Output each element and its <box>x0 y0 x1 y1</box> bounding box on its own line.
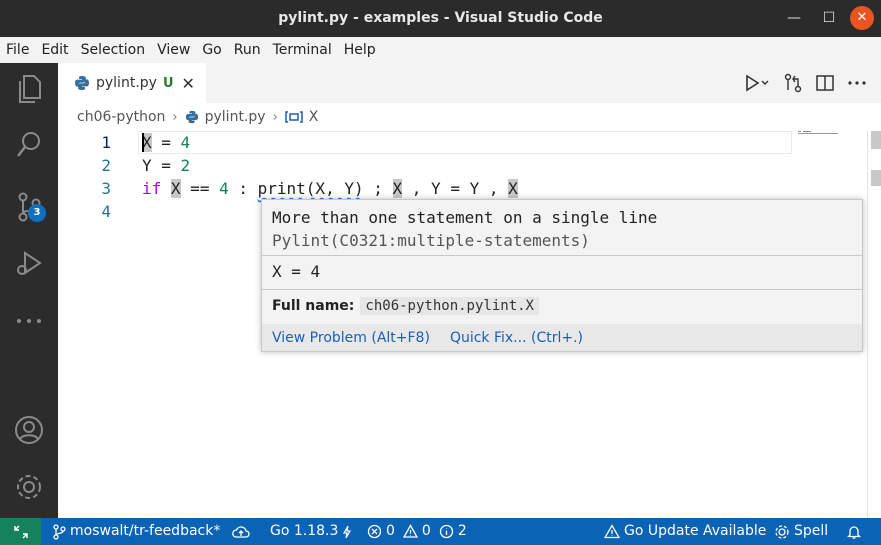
activity-bar: 3 <box>0 63 58 518</box>
hover-actions: View Problem (Alt+F8) Quick Fix... (Ctrl… <box>262 324 862 351</box>
tab-bar: pylint.py U ✕ <box>58 63 881 103</box>
go-update-label: Go Update Available <box>624 523 767 539</box>
maximize-button[interactable]: ☐ <box>817 6 841 30</box>
chevron-right-icon: › <box>272 109 278 125</box>
line-number: 2 <box>101 156 111 175</box>
code-text: X = 4 <box>142 133 191 152</box>
code-line-2: 2 Y = 2 <box>58 154 818 177</box>
branch-icon <box>53 523 66 540</box>
run-python-file-icon[interactable] <box>745 73 771 93</box>
sync-status[interactable] <box>232 518 250 545</box>
line-number: 3 <box>101 179 111 198</box>
full-name-value: ch06-python.pylint.X <box>360 297 539 315</box>
scrollbar-thumb[interactable] <box>871 131 881 149</box>
warning-count: 0 <box>421 523 431 539</box>
search-icon[interactable] <box>0 121 58 169</box>
remote-indicator[interactable] <box>0 518 41 545</box>
cloud-upload-icon <box>232 525 250 538</box>
menu-go[interactable]: Go <box>196 37 227 63</box>
warning-icon <box>402 524 418 538</box>
divider <box>262 255 862 256</box>
tab-filename: pylint.py <box>96 75 157 91</box>
python-file-icon <box>75 76 89 90</box>
error-icon <box>367 524 382 539</box>
menu-run[interactable]: Run <box>228 37 267 63</box>
bell-icon <box>846 525 862 539</box>
menu-terminal[interactable]: Terminal <box>267 37 338 63</box>
spell-status[interactable]: Spell <box>774 518 828 545</box>
gear-check-icon <box>775 524 789 539</box>
code-text: Y = 2 <box>142 156 191 175</box>
menu-edit[interactable]: Edit <box>35 37 74 63</box>
spell-label: Spell <box>794 523 829 539</box>
menu-file[interactable]: File <box>0 37 35 63</box>
status-bar: moswalt/tr-feedback* Go 1.18.3 0 0 2 Go … <box>0 518 881 545</box>
breadcrumb-file[interactable]: pylint.py <box>205 109 266 125</box>
error-count: 0 <box>386 523 395 539</box>
editor-actions <box>745 71 867 95</box>
divider <box>262 289 862 290</box>
untracked-badge: U <box>162 75 174 91</box>
menu-help[interactable]: Help <box>338 37 382 63</box>
title-bar: pylint.py - examples - Visual Studio Cod… <box>0 0 881 37</box>
problem-source: Pylint(C0321:multiple-statements) <box>272 231 590 250</box>
minimap[interactable] <box>798 131 838 135</box>
branch-status[interactable]: moswalt/tr-feedback* <box>52 518 220 545</box>
hover-tooltip: More than one statement on a single line… <box>261 199 863 352</box>
text-cursor <box>142 133 144 152</box>
close-window-button[interactable]: ✕ <box>850 6 874 30</box>
variable-symbol-icon <box>285 111 303 123</box>
branch-name: moswalt/tr-feedback* <box>70 523 221 539</box>
code-line-1: 1 X = 4 <box>58 131 818 154</box>
chevron-right-icon: › <box>172 109 178 125</box>
tab-pylint-py[interactable]: pylint.py U ✕ <box>58 63 206 103</box>
open-changes-icon[interactable] <box>783 73 803 93</box>
run-debug-icon[interactable] <box>0 239 58 287</box>
code-text: if X == 4 : print(X, Y) ; X , Y = Y , X <box>142 179 518 198</box>
menu-view[interactable]: View <box>151 37 196 63</box>
more-icon[interactable] <box>0 297 58 345</box>
scrollbar-marker <box>871 170 881 186</box>
window-title: pylint.py - examples - Visual Studio Cod… <box>278 10 603 26</box>
remote-icon <box>13 524 28 539</box>
tab-close-button[interactable]: ✕ <box>182 74 195 93</box>
full-name-row: Full name: ch06-python.pylint.X <box>272 297 539 315</box>
menu-bar: File Edit Selection View Go Run Terminal Help <box>0 37 881 63</box>
account-icon[interactable] <box>0 406 58 454</box>
full-name-label: Full name: <box>272 298 355 314</box>
python-file-icon <box>185 110 198 124</box>
source-control-badge: 3 <box>28 204 46 222</box>
code-line-3: 3 if X == 4 : print(X, Y) ; X , Y = Y , … <box>58 177 818 200</box>
problem-message: More than one statement on a single line… <box>272 208 658 250</box>
line-number: 1 <box>101 133 111 152</box>
line-number: 4 <box>101 202 111 221</box>
go-version: Go 1.18.3 <box>270 523 339 539</box>
view-problem-link[interactable]: View Problem (Alt+F8) <box>272 330 430 346</box>
vertical-scrollbar[interactable] <box>867 131 881 518</box>
lightning-icon <box>343 525 352 538</box>
minimize-button[interactable]: — <box>782 6 806 30</box>
settings-gear-icon[interactable] <box>0 463 58 511</box>
current-line-highlight <box>138 131 792 154</box>
notifications-status[interactable] <box>846 518 862 545</box>
info-icon <box>439 524 453 539</box>
more-actions-icon[interactable] <box>847 73 867 93</box>
info-count: 2 <box>457 523 467 539</box>
split-editor-icon[interactable] <box>815 73 835 93</box>
warning-icon <box>604 524 620 539</box>
breadcrumb-symbol[interactable]: X <box>309 109 319 125</box>
explorer-icon[interactable] <box>0 65 58 113</box>
menu-selection[interactable]: Selection <box>75 37 152 63</box>
breadcrumb: ch06-python › pylint.py › X <box>58 103 881 131</box>
problems-status[interactable]: 0 0 2 <box>367 518 467 545</box>
quick-fix-link[interactable]: Quick Fix... (Ctrl+.) <box>450 330 583 346</box>
go-update-status[interactable]: Go Update Available <box>604 518 766 545</box>
go-version-status[interactable]: Go 1.18.3 <box>270 518 352 545</box>
hover-code-preview: X = 4 <box>272 262 321 281</box>
breadcrumb-folder[interactable]: ch06-python <box>77 109 165 125</box>
